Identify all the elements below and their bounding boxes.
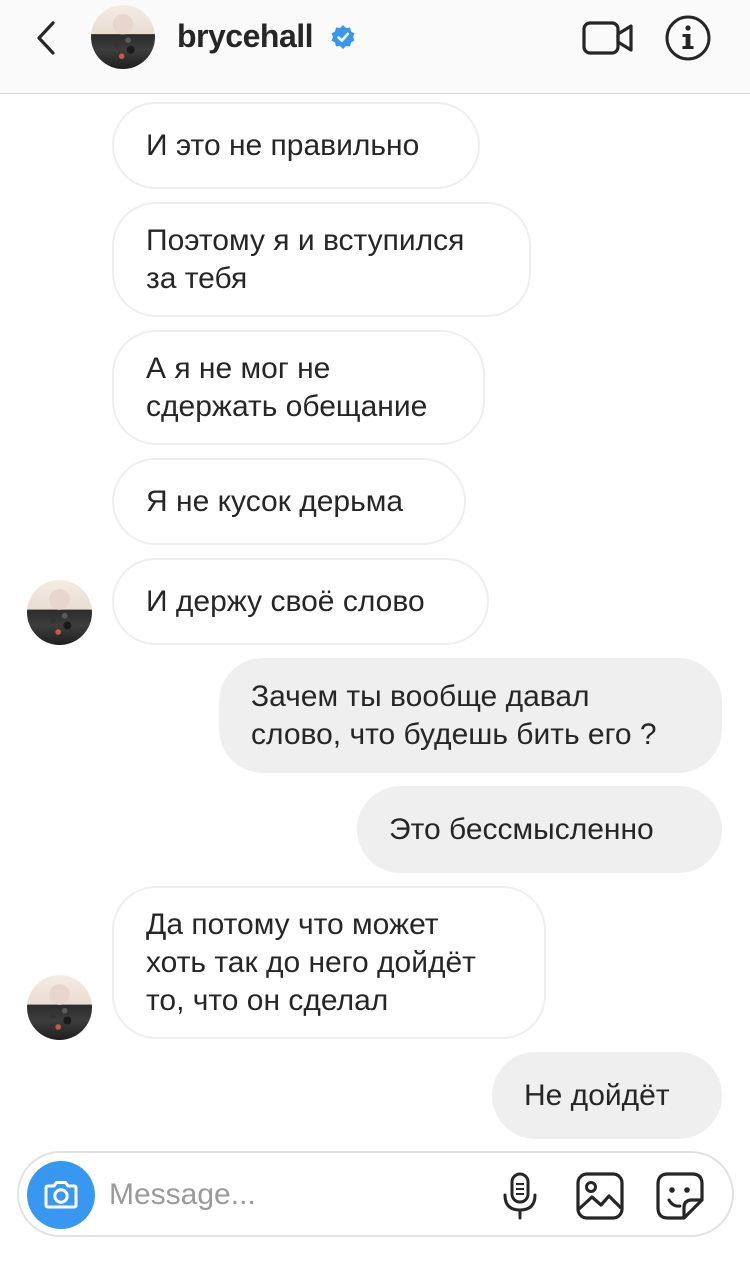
message-text: Это бессмысленно [389, 812, 654, 846]
video-camera-icon [582, 21, 633, 55]
sticker-button[interactable] [655, 1171, 705, 1221]
microphone-icon [503, 1172, 537, 1220]
camera-icon [44, 1181, 78, 1209]
message-text: Не дойдёт [524, 1078, 670, 1112]
voice-message-button[interactable] [499, 1171, 541, 1221]
message-bubble[interactable]: И держу своё слово [112, 558, 489, 645]
message-bubble[interactable]: А я не мог не сдержать обещание [112, 330, 485, 445]
message-input[interactable] [109, 1173, 469, 1217]
message-text-line: слово, что будешь бить его ? [251, 717, 657, 751]
info-button[interactable] [664, 14, 712, 62]
message-text: И это не правильно [146, 128, 420, 162]
message-bubble[interactable]: Это бессмысленно [357, 786, 722, 873]
message-text-line: то, что он сделал [146, 983, 389, 1017]
back-button[interactable] [26, 16, 66, 60]
message-text-line: А я не мог не [146, 351, 331, 385]
message-text: И держу своё слово [146, 584, 425, 618]
message-bubble[interactable]: Я не кусок дерьма [112, 458, 466, 545]
message-composer [17, 1151, 734, 1237]
message-bubble[interactable]: Не дойдёт [492, 1052, 722, 1139]
message-text-line: Зачем ты вообще давал [251, 679, 590, 713]
username[interactable]: brycehall [177, 16, 314, 56]
gallery-icon [576, 1172, 624, 1220]
message-text-line: сдержать обещание [146, 389, 428, 423]
sticker-icon [656, 1172, 704, 1220]
header-avatar[interactable] [91, 5, 155, 69]
camera-button[interactable] [27, 1161, 95, 1229]
video-call-button[interactable] [582, 18, 634, 58]
sender-avatar[interactable] [27, 975, 92, 1040]
chevron-left-icon [37, 21, 55, 55]
message-text-line: за тебя [146, 261, 248, 295]
sender-avatar[interactable] [27, 580, 92, 645]
gallery-button[interactable] [575, 1171, 625, 1221]
chat-header: brycehall [0, 0, 750, 94]
message-bubble[interactable]: Зачем ты вообще давал слово, что будешь … [219, 658, 722, 773]
message-text-line: Да потому что может [146, 907, 439, 941]
info-icon [665, 15, 711, 61]
verified-badge-icon [331, 25, 355, 49]
message-text: Я не кусок дерьма [146, 484, 404, 518]
message-bubble[interactable]: Да потому что может хоть так до него дой… [112, 886, 546, 1039]
message-bubble[interactable]: Поэтому я и вступился за тебя [112, 202, 531, 317]
message-text-line: хоть так до него дойдёт [146, 945, 476, 979]
message-bubble[interactable]: И это не правильно [112, 102, 480, 189]
message-text-line: Поэтому я и вступился [146, 223, 465, 257]
